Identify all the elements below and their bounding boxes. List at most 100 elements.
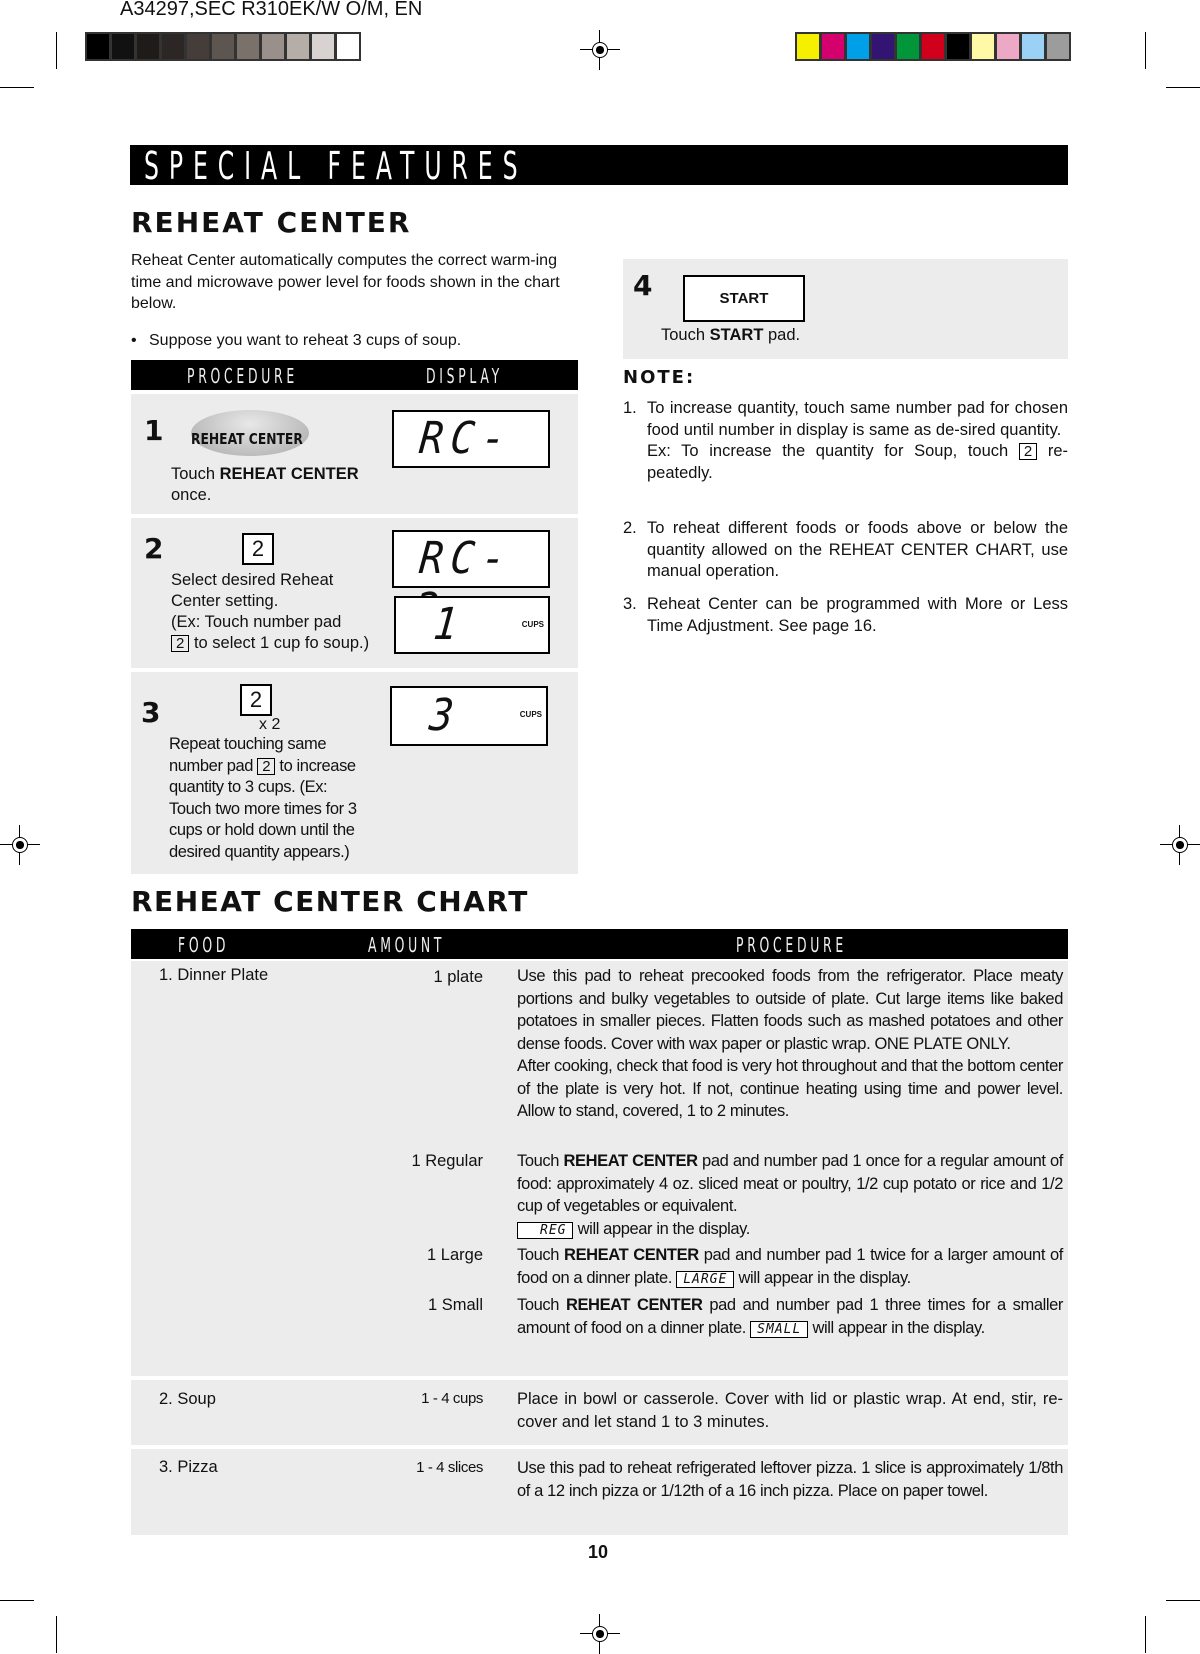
procedure-header: PROCEDURE <box>736 933 847 957</box>
bold-text: REHEAT CENTER <box>219 465 359 483</box>
step-2-panel: 2 2 Select desired Reheat Center setting… <box>131 518 578 668</box>
text: pad. <box>763 326 801 344</box>
color-swatch <box>1022 34 1044 59</box>
note-heading: NOTE: <box>623 367 696 388</box>
cups-label: CUPS <box>521 620 544 629</box>
food-cell: 2. Soup <box>159 1390 216 1408</box>
step-1-text: Touch REHEAT CENTER once. <box>171 464 401 506</box>
color-swatch <box>112 34 134 59</box>
lcd-display-quantity: 1 CUPS <box>394 596 550 654</box>
text: Touch <box>517 1296 566 1314</box>
inline-pad-2: 2 <box>1018 443 1038 460</box>
inline-pad-2: 2 <box>171 635 190 652</box>
chart-header-row: FOOD AMOUNT PROCEDURE <box>131 929 1068 959</box>
number-pad-2[interactable]: 2 <box>242 533 274 565</box>
registration-mark-icon <box>580 30 620 70</box>
cups-label: CUPS <box>519 710 542 719</box>
note-2: 2. To reheat different foods or foods ab… <box>623 518 1068 583</box>
banner-title: SPECIAL FEATURES <box>144 144 528 188</box>
step-1-panel: 1 REHEAT CENTER Touch REHEAT CENTER once.… <box>131 394 578 514</box>
amount-cell: 1 - 4 slices <box>416 1459 483 1476</box>
color-swatch <box>237 34 259 59</box>
crop-mark <box>1166 87 1200 88</box>
lcd-text: 1 <box>431 599 468 650</box>
step-4-panel: 4 START Touch START pad. <box>623 259 1068 359</box>
chart-row-dinner-plate: 1. Dinner Plate 1 plate Use this pad to … <box>131 961 1068 1376</box>
text: Touch <box>517 1152 564 1170</box>
lcd-display: RC- <box>392 410 550 468</box>
procedure-cell: Use this pad to reheat precooked foods f… <box>517 965 1063 1123</box>
display-header: DISPLAY <box>426 364 503 388</box>
color-swatch <box>337 34 359 59</box>
crop-mark <box>56 1616 57 1653</box>
intro-text: Reheat Center automatically computes the… <box>131 252 560 312</box>
amount-header: AMOUNT <box>368 933 446 957</box>
food-cell: 1. Dinner Plate <box>159 966 269 984</box>
text: Touch <box>661 326 710 344</box>
chart-row-soup: 2. Soup 1 - 4 cups Place in bowl or cass… <box>131 1380 1068 1445</box>
text-line: Touch two more times for 3 <box>169 799 357 818</box>
note-example: Ex: To increase the quantity for Soup, t… <box>647 442 1009 460</box>
print-job-title: A34297,SEC R310EK/W O/M, EN <box>120 0 423 20</box>
step-3-panel: 3 2 x 2 Repeat touching same number pad … <box>131 672 578 874</box>
text: to select 1 cup fo soup.) <box>193 634 370 652</box>
procedure-cell: Touch REHEAT CENTER pad and number pad 1… <box>517 1244 1063 1289</box>
display-indicator-reg: REG <box>517 1221 574 1239</box>
bold-text: REHEAT CENTER <box>563 1152 698 1170</box>
note-1: 1. To increase quantity, touch same numb… <box>623 398 1068 484</box>
reheat-chart-heading: REHEAT CENTER CHART <box>131 885 529 918</box>
amount-cell: 1 Regular <box>411 1152 483 1170</box>
note-number: 2. <box>623 519 637 537</box>
crop-mark <box>0 1600 34 1601</box>
text-line: desired quantity appears.) <box>169 842 350 861</box>
color-swatch <box>922 34 944 59</box>
section-banner: SPECIAL FEATURES <box>130 144 1068 188</box>
bold-text: START <box>709 326 764 344</box>
lcd-display-quantity: 3 CUPS <box>390 686 548 746</box>
page-number: 10 <box>588 1542 609 1562</box>
step-2-text: Select desired Reheat Center setting. (E… <box>171 570 411 654</box>
number-pad-2[interactable]: 2 <box>240 684 272 716</box>
color-swatch <box>262 34 284 59</box>
amount-cell: 1 - 4 cups <box>421 1390 483 1407</box>
procedure-text: Use this pad to reheat precooked foods f… <box>517 967 1063 1053</box>
procedure-text: After cooking, check that food is very h… <box>517 1057 1063 1120</box>
crop-mark <box>1166 1600 1200 1601</box>
step-number: 4 <box>633 269 653 302</box>
color-swatch <box>797 34 819 59</box>
bold-text: REHEAT CENTER <box>564 1246 699 1264</box>
text: will appear in the display. <box>734 1268 912 1287</box>
text: to increase <box>279 756 356 775</box>
text: will appear in the display. <box>573 1219 751 1238</box>
amount-cell: 1 Large <box>427 1246 483 1264</box>
chart-row-pizza: 3. Pizza 1 - 4 slices Use this pad to re… <box>131 1449 1068 1535</box>
step-4-text: Touch START pad. <box>661 325 800 346</box>
food-cell: 3. Pizza <box>159 1458 218 1476</box>
start-pad[interactable]: START <box>683 275 805 322</box>
color-swatch <box>847 34 869 59</box>
crop-mark <box>0 87 34 88</box>
color-swatch <box>1047 34 1069 59</box>
reheat-center-heading: REHEAT CENTER <box>131 206 412 239</box>
process-color-bar <box>795 32 1071 61</box>
step-number: 1 <box>144 414 164 447</box>
crop-mark <box>1145 32 1146 69</box>
text: Touch <box>171 465 220 483</box>
note-3: 3. Reheat Center can be programmed with … <box>623 594 1068 637</box>
color-swatch <box>312 34 334 59</box>
color-swatch <box>972 34 994 59</box>
text-line: quantity to 3 cups. (Ex: <box>169 778 328 796</box>
note-text: To reheat different foods or foods above… <box>647 519 1068 580</box>
step-number: 3 <box>141 696 161 729</box>
procedure-cell: Place in bowl or casserole. Cover with l… <box>517 1390 1063 1431</box>
text: number pad <box>169 756 254 775</box>
note-number: 3. <box>623 595 637 613</box>
crop-mark <box>1145 1616 1146 1653</box>
step-3-text: Repeat touching same number pad 2 to inc… <box>169 734 409 863</box>
procedure-cell: Touch REHEAT CENTER pad and number pad 1… <box>517 1150 1063 1240</box>
reheat-center-pad-label: REHEAT CENTER <box>191 430 303 448</box>
procedure-display-header: PROCEDURE DISPLAY <box>131 360 578 390</box>
food-header: FOOD <box>178 933 230 957</box>
lcd-display: RC-2 <box>392 530 550 635</box>
gray-color-bar <box>85 32 361 61</box>
